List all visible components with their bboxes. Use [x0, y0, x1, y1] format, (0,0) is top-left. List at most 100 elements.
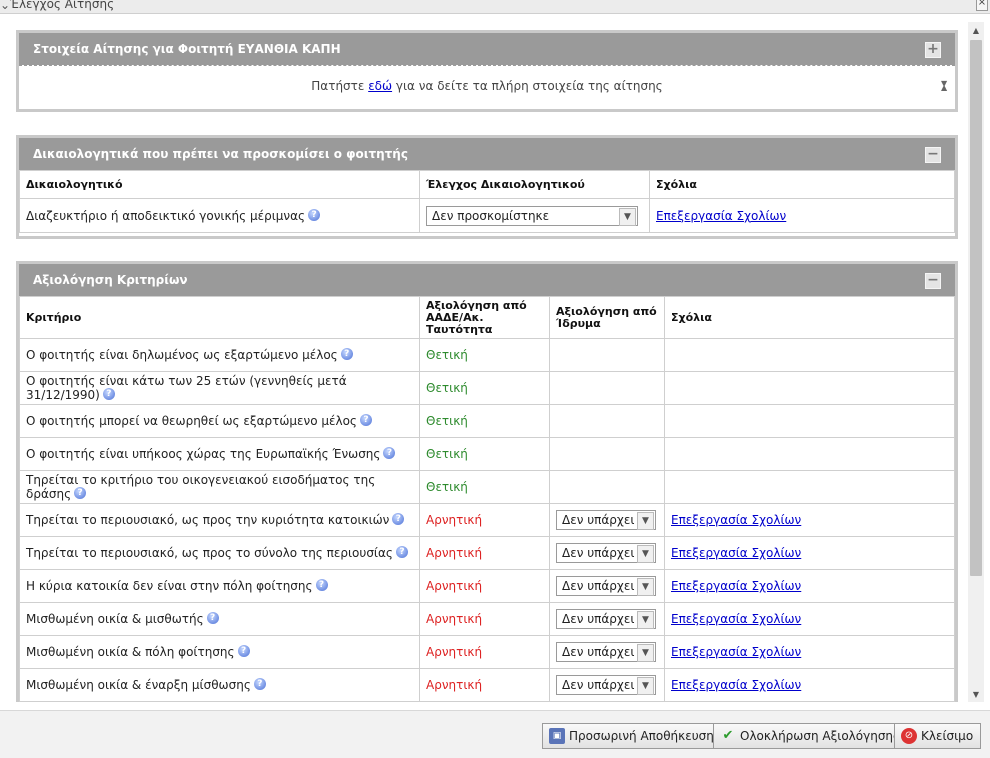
document-check-select[interactable]: Δεν προσκομίστηκε ▼: [426, 205, 638, 226]
table-row: Ο φοιτητής είναι κάτω των 25 ετών (γεννη…: [19, 371, 955, 405]
help-icon[interactable]: ?: [206, 612, 219, 624]
institution-evaluation-select[interactable]: Δεν υπάρχει ▼: [556, 675, 656, 695]
comments-cell: [664, 470, 955, 504]
edit-comments-link[interactable]: Επεξεργασία Σχολίων: [671, 513, 801, 527]
help-icon[interactable]: ?: [253, 678, 266, 690]
chevron-down-icon[interactable]: ▼: [637, 677, 654, 695]
criterion-cell: Ο φοιτητής είναι κάτω των 25 ετών (γεννη…: [19, 371, 420, 405]
edit-comments-link[interactable]: Επεξεργασία Σχολίων: [671, 579, 801, 593]
edit-comments-link[interactable]: Επεξεργασία Σχολίων: [671, 546, 801, 560]
institution-evaluation-cell: Δεν υπάρχει ▼: [549, 602, 665, 636]
table-row: Ο φοιτητής μπορεί να θεωρηθεί ως εξαρτώμ…: [19, 404, 955, 438]
chevron-down-icon[interactable]: ▼: [637, 611, 654, 629]
comments-cell: Επεξεργασία Σχολίων: [664, 602, 955, 636]
aade-evaluation-cell: Αρνητική: [419, 635, 550, 669]
col-aade-evaluation: Αξιολόγηση από ΑΑΔΕ/Ακ. Ταυτότητα: [419, 296, 550, 339]
chevron-down-icon[interactable]: ▼: [637, 545, 654, 563]
aade-evaluation-cell: Αρνητική: [419, 503, 550, 537]
collapse-icon[interactable]: −: [925, 147, 941, 163]
complete-evaluation-button[interactable]: ✔ Ολοκλήρωση Αξιολόγησης: [713, 723, 909, 749]
institution-evaluation-cell: Δεν υπάρχει ▼: [549, 569, 665, 603]
criteria-evaluation-panel: Αξιολόγηση Κριτηρίων − Κριτήριο Αξιολόγη…: [16, 261, 958, 702]
criteria-table-header: Κριτήριο Αξιολόγηση από ΑΑΔΕ/Ακ. Ταυτότη…: [19, 296, 955, 339]
help-icon[interactable]: ?: [359, 414, 372, 426]
document-comments-cell: Επεξεργασία Σχολίων: [649, 198, 955, 233]
main-scrollbar[interactable]: ▲ ▼: [968, 22, 984, 702]
table-row: Τηρείται το περιουσιακό, ως προς την κυρ…: [19, 503, 955, 537]
help-icon[interactable]: ?: [315, 579, 328, 591]
chevron-down-icon[interactable]: ▼: [637, 512, 654, 530]
application-details-title: Στοιχεία Αίτησης για Φοιτητή ΕΥΑΝΘΙΑ ΚΑΠ…: [33, 42, 341, 56]
aade-evaluation-value: Αρνητική: [426, 546, 483, 560]
criterion-cell: Ο φοιτητής μπορεί να θεωρηθεί ως εξαρτώμ…: [19, 404, 420, 438]
aade-evaluation-cell: Θετική: [419, 470, 550, 504]
documents-table-header: Δικαιολογητικό Έλεγχος Δικαιολογητικού Σ…: [19, 170, 955, 199]
col-comments: Σχόλια: [649, 170, 955, 199]
table-row: Τηρείται το περιουσιακό, ως προς το σύνο…: [19, 536, 955, 570]
institution-evaluation-select[interactable]: Δεν υπάρχει ▼: [556, 510, 656, 530]
aade-evaluation-value: Θετική: [426, 414, 468, 428]
expand-icon[interactable]: +: [925, 42, 941, 58]
criterion-cell: Μισθωμένη οικία & μισθωτής?: [19, 602, 420, 636]
comments-cell: Επεξεργασία Σχολίων: [664, 536, 955, 570]
edit-comments-link[interactable]: Επεξεργασία Σχολίων: [656, 209, 786, 223]
institution-evaluation-select[interactable]: Δεν υπάρχει ▼: [556, 543, 656, 563]
chevron-down-icon[interactable]: ▼: [637, 644, 654, 662]
col-criterion: Κριτήριο: [19, 296, 420, 339]
help-icon[interactable]: ?: [395, 546, 408, 558]
scroll-down-icon[interactable]: ▼: [941, 64, 947, 104]
table-row: Διαζευκτήριο ή αποδεικτικό γονικής μέριμ…: [19, 198, 955, 233]
aade-evaluation-cell: Αρνητική: [419, 602, 550, 636]
details-text-after: για να δείτε τα πλήρη στοιχεία της αίτησ…: [392, 79, 663, 93]
institution-evaluation-select[interactable]: Δεν υπάρχει ▼: [556, 609, 656, 629]
required-documents-panel: Δικαιολογητικά που πρέπει να προσκομίσει…: [16, 135, 958, 239]
table-row: Μισθωμένη οικία & μισθωτής? Αρνητική Δεν υ…: [19, 602, 955, 636]
institution-evaluation-cell: Δεν υπάρχει ▼: [549, 536, 665, 570]
scroll-up-icon[interactable]: ▲: [968, 24, 984, 38]
help-icon[interactable]: ?: [102, 388, 115, 400]
criteria-evaluation-header: Αξιολόγηση Κριτηρίων −: [19, 264, 955, 296]
dialog-content: Στοιχεία Αίτησης για Φοιτητή ΕΥΑΝΘΙΑ ΚΑΠ…: [0, 14, 968, 702]
application-details-panel: Στοιχεία Αίτησης για Φοιτητή ΕΥΑΝΘΙΑ ΚΑΠ…: [16, 30, 958, 112]
table-row: Ο φοιτητής είναι υπήκοος χώρας της Ευρωπ…: [19, 437, 955, 471]
institution-evaluation-select[interactable]: Δεν υπάρχει ▼: [556, 576, 656, 596]
scroll-down-icon[interactable]: ▼: [968, 688, 984, 702]
help-icon[interactable]: ?: [308, 208, 321, 221]
institution-evaluation-cell: [549, 404, 665, 438]
window-icon: ⌄: [0, 0, 11, 12]
edit-comments-link[interactable]: Επεξεργασία Σχολίων: [671, 645, 801, 659]
comments-cell: Επεξεργασία Σχολίων: [664, 635, 955, 669]
scrollbar-thumb[interactable]: [970, 40, 982, 576]
collapse-icon[interactable]: −: [925, 273, 941, 289]
institution-evaluation-cell: [549, 338, 665, 372]
help-icon[interactable]: ?: [392, 513, 405, 525]
application-details-body: Πατήστε εδώ για να δείτε τα πλήρη στοιχε…: [19, 65, 955, 106]
help-icon[interactable]: ?: [340, 348, 353, 360]
criteria-table: Κριτήριο Αξιολόγηση από ΑΑΔΕ/Ακ. Ταυτότη…: [19, 296, 955, 702]
aade-evaluation-value: Θετική: [426, 447, 468, 461]
required-documents-title: Δικαιολογητικά που πρέπει να προσκομίσει…: [33, 147, 408, 161]
save-draft-button[interactable]: ▣ Προσωρινή Αποθήκευση: [542, 723, 722, 749]
close-button[interactable]: ⊘ Κλείσιμο: [894, 723, 982, 749]
comments-cell: Επεξεργασία Σχολίων: [664, 569, 955, 603]
institution-evaluation-select[interactable]: Δεν υπάρχει ▼: [556, 642, 656, 662]
chevron-down-icon[interactable]: ▼: [637, 578, 654, 596]
details-scrollbar[interactable]: ▲ ▼: [941, 68, 951, 104]
edit-comments-link[interactable]: Επεξεργασία Σχολίων: [671, 612, 801, 626]
table-row: Μισθωμένη οικία & έναρξη μίσθωσης? Αρνητι…: [19, 668, 955, 702]
aade-evaluation-value: Θετική: [426, 348, 468, 362]
criteria-evaluation-title: Αξιολόγηση Κριτηρίων: [33, 273, 188, 287]
aade-evaluation-value: Αρνητική: [426, 579, 483, 593]
table-row: Η κύρια κατοικία δεν είναι στην πόλη φοί…: [19, 569, 955, 603]
edit-comments-link[interactable]: Επεξεργασία Σχολίων: [671, 678, 801, 692]
view-details-link[interactable]: εδώ: [368, 79, 392, 93]
help-icon[interactable]: ?: [237, 645, 250, 657]
window-close-icon[interactable]: ×: [976, 0, 988, 11]
aade-evaluation-cell: Αρνητική: [419, 668, 550, 702]
help-icon[interactable]: ?: [383, 447, 396, 459]
table-row: Τηρείται το κριτήριο του οικογενειακού ε…: [19, 470, 955, 504]
aade-evaluation-value: Αρνητική: [426, 513, 483, 527]
help-icon[interactable]: ?: [74, 487, 87, 499]
required-documents-header: Δικαιολογητικά που πρέπει να προσκομίσει…: [19, 138, 955, 170]
chevron-down-icon[interactable]: ▼: [619, 207, 636, 226]
